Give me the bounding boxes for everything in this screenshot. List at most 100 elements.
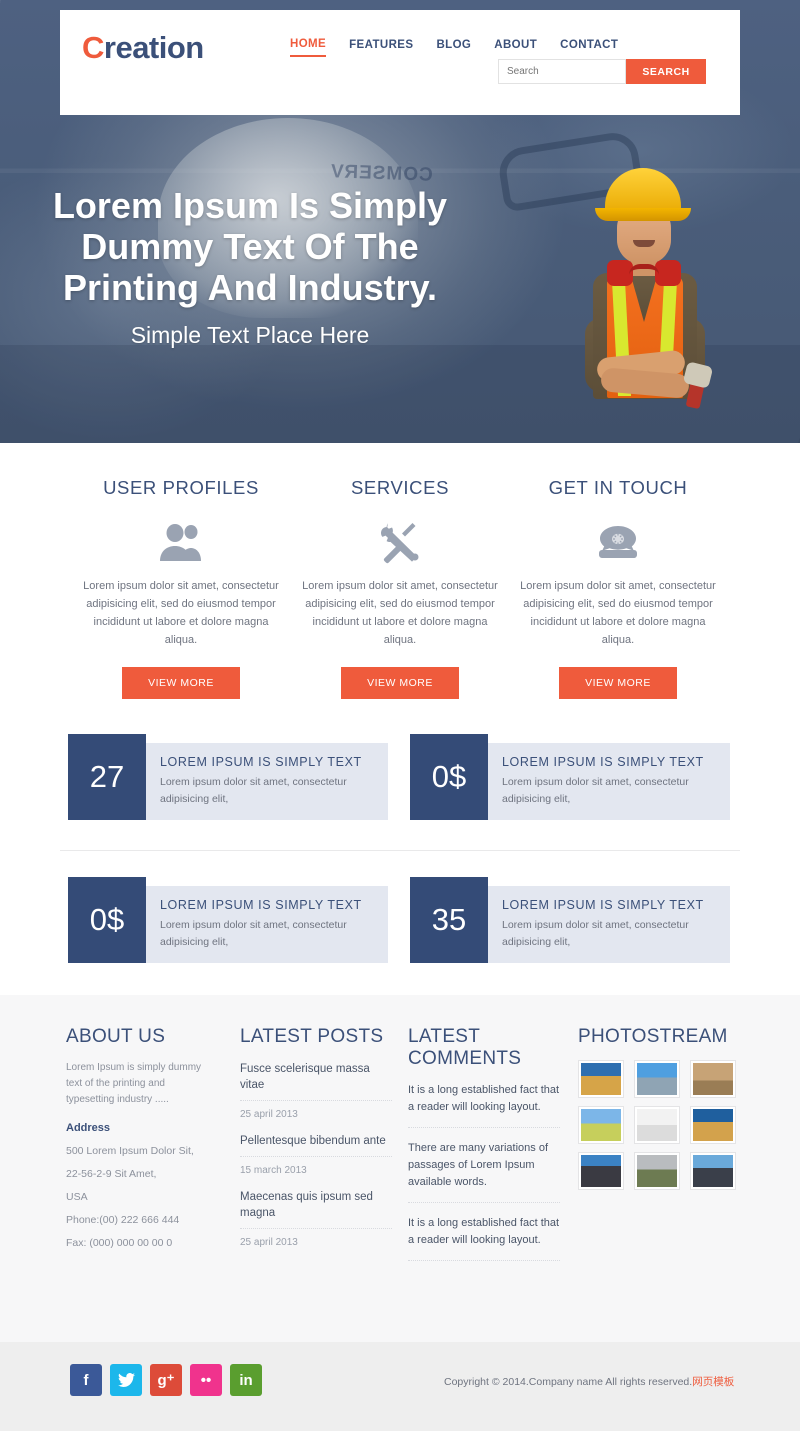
nav-item-contact[interactable]: CONTACT [560,39,618,56]
footer-column-latest-posts: LATEST POSTS Fusce scelerisque massa vit… [240,1026,392,1248]
facebook-icon[interactable]: f [70,1364,102,1396]
worker-hardhat-brim [595,208,691,221]
google-plus-glyph: g⁺ [157,1372,175,1389]
photostream-thumbnail[interactable] [578,1152,624,1190]
stat-heading: LOREM IPSUM IS SIMPLY TEXT [502,898,704,912]
comment-item: It is a long established fact that a rea… [408,1215,560,1261]
logo-text: reation [103,30,204,65]
stat-body: LOREM IPSUM IS SIMPLY TEXT Lorem ipsum d… [488,886,730,963]
nav-item-blog[interactable]: BLOG [436,39,471,56]
worker-smile [633,240,655,247]
photostream-thumbnail[interactable] [578,1060,624,1098]
copyright-text: Copyright © 2014.Company name All rights… [444,1374,734,1389]
stat-number: 35 [410,877,488,963]
photostream-title: PHOTOSTREAM [578,1026,728,1047]
photostream-thumbnail[interactable] [690,1106,736,1144]
feature-card-user-profiles: USER PROFILES Lorem ipsum dolor sit amet… [71,477,291,699]
facebook-glyph: f [83,1371,89,1389]
nav-item-home[interactable]: HOME [290,38,327,57]
telephone-icon [508,515,728,571]
post-date: 25 april 2013 [240,1228,392,1248]
social-links: f g⁺ •• in [70,1364,262,1396]
address-line: 22-56-2-9 Sit Amet, [66,1168,157,1180]
linkedin-icon[interactable]: in [230,1364,262,1396]
google-plus-icon[interactable]: g⁺ [150,1364,182,1396]
post-title[interactable]: Maecenas quis ipsum sed magna [240,1189,392,1221]
photostream-thumbnail[interactable] [634,1106,680,1144]
photostream-thumbnail[interactable] [634,1060,680,1098]
stat-box-1: 27 LOREM IPSUM IS SIMPLY TEXT Lorem ipsu… [68,734,388,820]
view-more-button-user-profiles[interactable]: VIEW MORE [122,667,240,699]
feature-card-get-in-touch: GET IN TOUCH Lorem ipsum dolor sit amet,… [508,477,728,699]
stat-description: Lorem ipsum dolor sit amet, consectetur … [160,776,347,805]
feature-card-services: SERVICES Lorem ipsum dolor sit amet, con… [290,477,510,699]
latest-comments-title: LATEST COMMENTS [408,1026,522,1069]
users-icon [71,515,291,571]
nav-item-about[interactable]: ABOUT [494,39,537,56]
stat-box-3: 0$ LOREM IPSUM IS SIMPLY TEXT Lorem ipsu… [68,877,388,963]
view-more-button-get-in-touch[interactable]: VIEW MORE [559,667,677,699]
search-input[interactable] [498,59,626,84]
copyright-cn-link[interactable]: 网页模板 [692,1376,734,1388]
copyright-main: Copyright © 2014.Company name All rights… [444,1376,693,1388]
features-section: USER PROFILES Lorem ipsum dolor sit amet… [0,443,800,711]
stat-description: Lorem ipsum dolor sit amet, consectetur … [502,776,689,805]
post-title[interactable]: Pellentesque bibendum ante [240,1133,392,1149]
search-button[interactable]: SEARCH [626,59,706,84]
page-root: COMSERV Lorem Ipsum Is Simply Dummy Text… [0,0,800,1431]
stat-number: 27 [68,734,146,820]
stats-divider [60,850,740,851]
photostream-thumbnail[interactable] [578,1106,624,1144]
feature-title: GET IN TOUCH [548,477,688,498]
feature-description: Lorem ipsum dolor sit amet, consectetur … [83,580,279,646]
bottom-bar: f g⁺ •• in Copyright © 2014.Company name… [0,1342,800,1431]
hero-bg-helmet-text: COMSERV [329,161,434,186]
comment-item: There are many variations of passages of… [408,1140,560,1203]
tools-icon [290,515,510,571]
hero-text-block: Lorem Ipsum Is Simply Dummy Text Of The … [50,185,450,349]
address-heading: Address [66,1122,111,1134]
nav-item-features[interactable]: FEATURES [349,39,413,56]
hero-subtitle: Simple Text Place Here [130,322,370,348]
worker-earmuff-band [629,264,659,275]
flickr-icon[interactable]: •• [190,1364,222,1396]
stat-description: Lorem ipsum dolor sit amet, consectetur … [160,919,347,948]
stat-box-4: 35 LOREM IPSUM IS SIMPLY TEXT Lorem ipsu… [410,877,730,963]
address-line: 500 Lorem Ipsum Dolor Sit, [66,1145,194,1157]
hero-title: Lorem Ipsum Is Simply Dummy Text Of The … [52,185,448,308]
address-line: USA [66,1191,88,1203]
stat-description: Lorem ipsum dolor sit amet, consectetur … [502,919,689,948]
footer-column-photostream: PHOTOSTREAM [578,1026,738,1190]
photostream-thumbnail[interactable] [690,1060,736,1098]
feature-title: SERVICES [350,477,450,498]
feature-title: USER PROFILES [103,477,259,498]
post-date: 25 april 2013 [240,1100,392,1120]
photostream-thumbnail[interactable] [690,1152,736,1190]
view-more-button-services[interactable]: VIEW MORE [341,667,459,699]
comment-item: It is a long established fact that a rea… [408,1082,560,1128]
site-header: Creation HOME FEATURES BLOG ABOUT CONTAC… [60,10,740,115]
stat-body: LOREM IPSUM IS SIMPLY TEXT Lorem ipsum d… [488,743,730,820]
flickr-glyph: •• [200,1371,212,1389]
post-date: 15 march 2013 [240,1156,392,1176]
stats-section: 27 LOREM IPSUM IS SIMPLY TEXT Lorem ipsu… [0,710,800,995]
stat-body: LOREM IPSUM IS SIMPLY TEXT Lorem ipsum d… [146,743,388,820]
photostream-thumbnail[interactable] [634,1152,680,1190]
about-us-title: ABOUT US [66,1026,166,1047]
construction-worker-image [545,168,735,410]
photostream-grid [578,1060,738,1190]
twitter-icon[interactable] [110,1364,142,1396]
site-logo[interactable]: Creation [82,30,204,66]
post-title[interactable]: Fusce scelerisque massa vitae [240,1061,392,1093]
stat-body: LOREM IPSUM IS SIMPLY TEXT Lorem ipsum d… [146,886,388,963]
footer-column-about: ABOUT US Lorem Ipsum is simply dummy tex… [66,1026,216,1249]
stat-heading: LOREM IPSUM IS SIMPLY TEXT [502,755,704,769]
stat-heading: LOREM IPSUM IS SIMPLY TEXT [160,898,362,912]
stat-box-2: 0$ LOREM IPSUM IS SIMPLY TEXT Lorem ipsu… [410,734,730,820]
search-bar: SEARCH [498,59,706,84]
latest-posts-title: LATEST POSTS [240,1026,384,1047]
hero-section: COMSERV Lorem Ipsum Is Simply Dummy Text… [0,0,800,443]
stat-number: 0$ [68,877,146,963]
feature-description: Lorem ipsum dolor sit amet, consectetur … [302,580,498,646]
stat-heading: LOREM IPSUM IS SIMPLY TEXT [160,755,362,769]
